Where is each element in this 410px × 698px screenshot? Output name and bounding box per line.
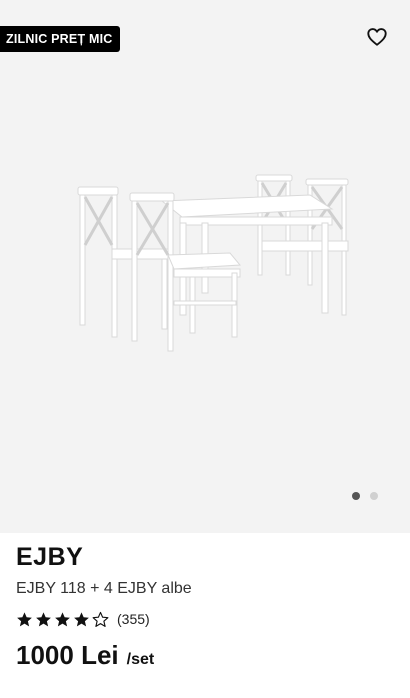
- product-info: EJBY EJBY 118 + 4 EJBY albe (355) 1000 L…: [16, 540, 394, 671]
- star-filled-icon: [17, 611, 32, 626]
- star-filled-icon: [36, 611, 51, 626]
- star-outline-icon: [92, 611, 109, 627]
- heart-icon[interactable]: [366, 26, 388, 48]
- carousel-dot-1[interactable]: [352, 492, 360, 500]
- product-image-area[interactable]: ZILNIC PREȚ MIC: [0, 0, 410, 533]
- product-rating[interactable]: (355): [16, 608, 394, 630]
- product-name[interactable]: EJBY: [16, 540, 394, 574]
- price-unit: /set: [126, 651, 155, 668]
- product-image[interactable]: [70, 165, 360, 365]
- star-filled-icon: [55, 611, 70, 626]
- star-filled-icon: [74, 611, 89, 626]
- carousel-dot-2[interactable]: [370, 492, 378, 500]
- product-subtitle: EJBY 118 + 4 EJBY albe: [16, 580, 192, 597]
- price-row: 1000 Lei /set: [16, 640, 394, 671]
- price-badge: ZILNIC PREȚ MIC: [0, 26, 121, 52]
- product-price: 1000 Lei: [16, 640, 119, 670]
- rating-count: (355): [117, 611, 150, 627]
- rating-stars: [16, 611, 109, 628]
- carousel-dots[interactable]: [352, 492, 378, 500]
